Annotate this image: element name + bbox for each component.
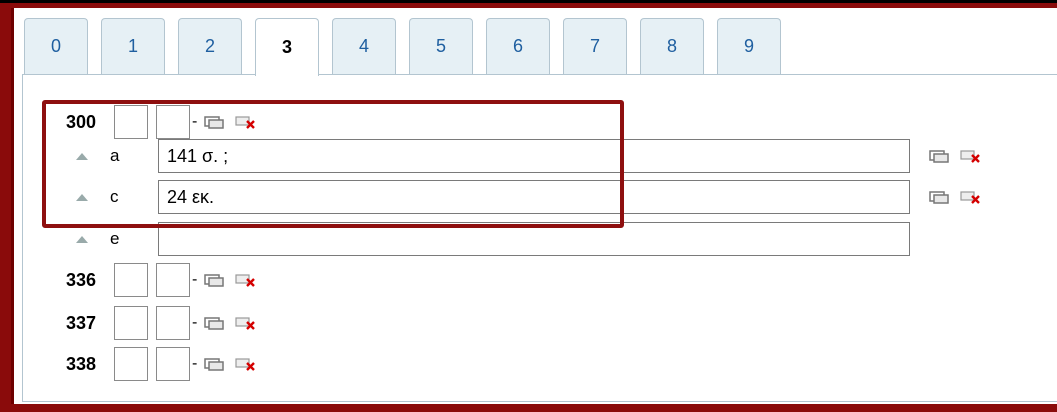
indicator-1-input[interactable] xyxy=(114,263,148,297)
indicator-dash: - xyxy=(192,113,198,130)
subfield-e-input[interactable] xyxy=(158,222,910,256)
tab-4[interactable]: 4 xyxy=(332,18,396,74)
tab-2[interactable]: 2 xyxy=(178,18,242,74)
tab-6[interactable]: 6 xyxy=(486,18,550,74)
delete-subfield-icon[interactable] xyxy=(960,149,982,163)
indicator-2-input[interactable] xyxy=(156,263,190,297)
subfield-code: c xyxy=(110,187,119,206)
tab-5[interactable]: 5 xyxy=(409,18,473,74)
field-336-row: 336 - xyxy=(66,262,267,298)
tab-bar: 0 1 2 3 4 5 6 7 8 9 xyxy=(24,18,794,76)
subfield-c-row: c xyxy=(72,179,992,215)
subfield-a-row: a xyxy=(72,138,992,174)
subfield-code: e xyxy=(110,229,120,248)
move-up-icon[interactable] xyxy=(76,152,88,160)
delete-subfield-icon[interactable] xyxy=(960,190,982,204)
indicator-dash: - xyxy=(192,271,198,288)
add-field-icon[interactable] xyxy=(203,316,225,330)
field-tag: 337 xyxy=(66,312,97,333)
delete-field-icon[interactable] xyxy=(235,357,257,371)
delete-field-icon[interactable] xyxy=(235,316,257,330)
field-337-row: 337 - xyxy=(66,305,267,341)
delete-field-icon[interactable] xyxy=(235,273,257,287)
add-field-icon[interactable] xyxy=(203,357,225,371)
add-subfield-icon[interactable] xyxy=(928,190,950,204)
move-up-icon[interactable] xyxy=(76,193,88,201)
subfield-a-input[interactable] xyxy=(158,139,910,173)
field-tag: 336 xyxy=(66,269,97,290)
tab-8[interactable]: 8 xyxy=(640,18,704,74)
indicator-dash: - xyxy=(192,314,198,331)
field-tag: 300 xyxy=(66,111,97,132)
tab-0[interactable]: 0 xyxy=(24,18,88,74)
add-field-icon[interactable] xyxy=(203,273,225,287)
subfield-c-input[interactable] xyxy=(158,180,910,214)
add-subfield-icon[interactable] xyxy=(928,149,950,163)
indicator-1-input[interactable] xyxy=(114,306,148,340)
indicator-2-input[interactable] xyxy=(156,347,190,381)
delete-field-icon[interactable] xyxy=(235,115,257,129)
indicator-2-input[interactable] xyxy=(156,105,190,139)
field-300-row: 300 - xyxy=(66,104,267,140)
tab-7[interactable]: 7 xyxy=(563,18,627,74)
tab-1[interactable]: 1 xyxy=(101,18,165,74)
subfield-e-row: e xyxy=(72,221,910,257)
indicator-1-input[interactable] xyxy=(114,105,148,139)
tab-9[interactable]: 9 xyxy=(717,18,781,74)
move-up-icon[interactable] xyxy=(76,235,88,243)
field-tag: 338 xyxy=(66,353,97,374)
tab-3[interactable]: 3 xyxy=(255,18,319,76)
indicator-dash: - xyxy=(192,355,198,372)
field-338-row: 338 - xyxy=(66,346,267,382)
indicator-1-input[interactable] xyxy=(114,347,148,381)
subfield-code: a xyxy=(110,146,120,165)
indicator-2-input[interactable] xyxy=(156,306,190,340)
add-field-icon[interactable] xyxy=(203,115,225,129)
